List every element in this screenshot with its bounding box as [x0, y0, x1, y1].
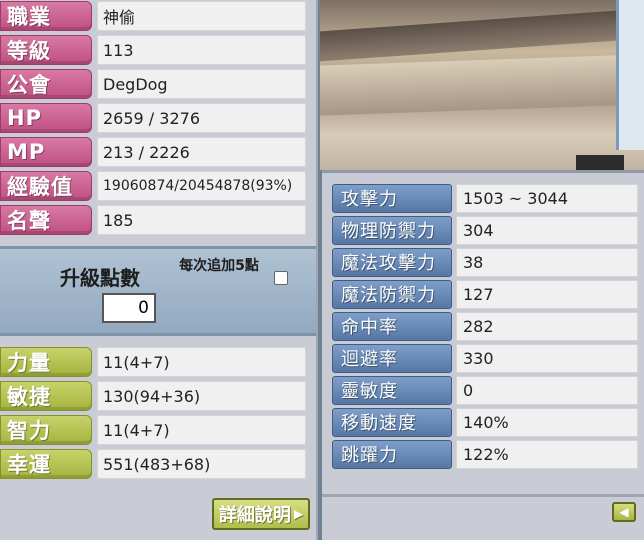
scene-beam — [320, 8, 644, 62]
profile-label: 經驗值 — [0, 171, 92, 201]
ability-points-box: 升級點數 0 每次追加5點 — [0, 246, 316, 336]
detail-label: 靈敏度 — [332, 375, 452, 405]
stat-row-dex: 敏捷 130(94+36) — [0, 380, 312, 412]
detail-value: 330 — [456, 343, 638, 373]
detail-row-magic-def: 魔法防禦力 127 — [332, 279, 638, 309]
game-scene — [320, 0, 644, 170]
detail-value: 140% — [456, 407, 638, 437]
detail-row-hands: 靈敏度 0 — [332, 375, 638, 405]
detail-value: 282 — [456, 311, 638, 341]
stat-row-int: 智力 11(4+7) — [0, 414, 312, 446]
detail-label: 移動速度 — [332, 407, 452, 437]
stat-value: 130(94+36) — [97, 381, 306, 411]
character-info-panel: 職業 神偷 等級 113 公會 DegDog HP 2659 / 3276 MP… — [0, 0, 318, 540]
profile-value: 113 — [97, 35, 306, 65]
profile-row-level: 等級 113 — [0, 34, 312, 66]
detail-value: 127 — [456, 279, 638, 309]
auto-add-label: 每次追加5點 — [179, 258, 259, 274]
profile-value: 19060874/20454878(93%) — [97, 171, 306, 201]
profile-row-exp: 經驗值 19060874/20454878(93%) — [0, 170, 312, 202]
profile-label: 公會 — [0, 69, 92, 99]
profile-label: 等級 — [0, 35, 92, 65]
profile-value: 185 — [97, 205, 306, 235]
stat-value: 11(4+7) — [97, 415, 306, 445]
profile-row-guild: 公會 DegDog — [0, 68, 312, 100]
detail-row-phys-def: 物理防禦力 304 — [332, 215, 638, 245]
detail-value: 38 — [456, 247, 638, 277]
profile-label: MP — [0, 137, 92, 167]
stat-row-str: 力量 11(4+7) — [0, 346, 312, 378]
profile-row-fame: 名聲 185 — [0, 204, 312, 236]
stat-row-luk: 幸運 551(483+68) — [0, 448, 312, 480]
detail-label: 命中率 — [332, 311, 452, 341]
detail-row-jump: 跳躍力 122% — [332, 439, 638, 469]
detail-value: 122% — [456, 439, 638, 469]
auto-add-checkbox[interactable] — [274, 271, 288, 285]
detail-row-magic-atk: 魔法攻擊力 38 — [332, 247, 638, 277]
ability-points-title: 升級點數 — [60, 266, 140, 290]
detailed-stats-panel: 攻擊力 1503 ~ 3044 物理防禦力 304 魔法攻擊力 38 魔法防禦力… — [322, 170, 644, 540]
profile-value: DegDog — [97, 69, 306, 99]
ability-points-value: 0 — [102, 293, 156, 323]
detail-value: 0 — [456, 375, 638, 405]
detail-row-avoid: 迴避率 330 — [332, 343, 638, 373]
detail-row-attack: 攻擊力 1503 ~ 3044 — [332, 183, 638, 213]
collapse-button[interactable]: ◀ — [612, 502, 636, 522]
detail-row-speed: 移動速度 140% — [332, 407, 638, 437]
stat-value: 11(4+7) — [97, 347, 306, 377]
scene-wall — [320, 54, 644, 116]
profile-row-mp: MP 213 / 2226 — [0, 136, 312, 168]
detail-button-label: 詳細說明 — [218, 505, 291, 526]
profile-value: 213 / 2226 — [97, 137, 306, 167]
profile-label: 名聲 — [0, 205, 92, 235]
stat-label: 智力 — [0, 415, 92, 445]
detail-row-accuracy: 命中率 282 — [332, 311, 638, 341]
detail-label: 攻擊力 — [332, 183, 452, 213]
stat-label: 幸運 — [0, 449, 92, 479]
detail-label: 跳躍力 — [332, 439, 452, 469]
arrow-left-icon: ◀ — [619, 505, 629, 519]
detail-label: 魔法攻擊力 — [332, 247, 452, 277]
profile-row-job: 職業 神偷 — [0, 0, 312, 32]
detail-label: 迴避率 — [332, 343, 452, 373]
detail-button[interactable]: 詳細說明 ▶ — [212, 498, 310, 530]
detail-value: 304 — [456, 215, 638, 245]
stat-label: 力量 — [0, 347, 92, 377]
stat-label: 敏捷 — [0, 381, 92, 411]
scene-bar — [576, 155, 624, 170]
detail-label: 物理防禦力 — [332, 215, 452, 245]
profile-row-hp: HP 2659 / 3276 — [0, 102, 312, 134]
profile-value: 2659 / 3276 — [97, 103, 306, 133]
detail-label: 魔法防禦力 — [332, 279, 452, 309]
profile-label: HP — [0, 103, 92, 133]
detail-value: 1503 ~ 3044 — [456, 183, 638, 213]
stat-value: 551(483+68) — [97, 449, 306, 479]
chevron-right-icon: ▶ — [293, 507, 304, 521]
profile-value: 神偷 — [97, 1, 306, 31]
detail-panel-footer — [322, 494, 644, 540]
scene-sign — [616, 0, 644, 150]
profile-label: 職業 — [0, 1, 92, 31]
